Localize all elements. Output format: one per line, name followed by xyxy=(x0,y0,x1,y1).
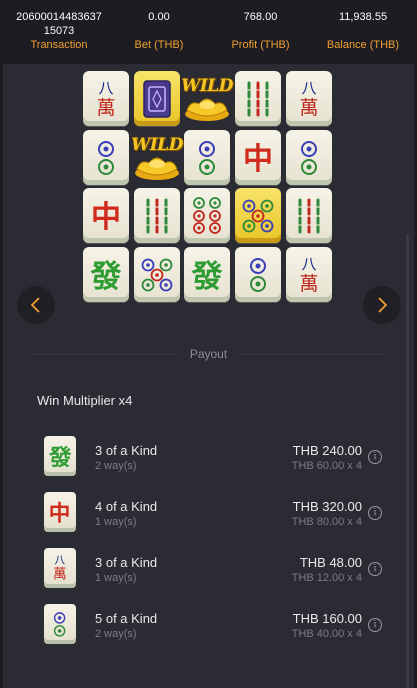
svg-text:八: 八 xyxy=(55,554,66,567)
green-dragon-tile-icon: 發 xyxy=(44,436,76,476)
six-circle-tile xyxy=(184,188,230,243)
info-icon[interactable]: i xyxy=(368,506,382,520)
transaction-label: Transaction xyxy=(30,39,88,51)
payout-amount: THB 160.00 xyxy=(292,611,362,626)
info-icon[interactable]: i xyxy=(368,450,382,464)
payout-row: 發 3 of a Kind 2 way(s) THB 240.00 THB 60… xyxy=(0,436,417,480)
svg-text:八: 八 xyxy=(301,255,316,273)
svg-text:萬: 萬 xyxy=(53,567,67,583)
payout-kind: 5 of a Kind xyxy=(95,611,158,626)
two-circle-tile xyxy=(286,130,332,185)
gold-ingot-icon xyxy=(135,157,179,180)
six-bamboo-tile xyxy=(235,71,281,126)
prev-button[interactable] xyxy=(17,286,55,324)
five-circle-tile xyxy=(134,247,180,302)
svg-text:發: 發 xyxy=(90,259,122,295)
svg-text:萬: 萬 xyxy=(96,97,115,119)
payout-ways: 1 way(s) xyxy=(95,572,137,584)
svg-text:八: 八 xyxy=(301,79,316,97)
payout-calculation: THB 80.00 x 4 xyxy=(291,516,362,528)
profit-column: 768.00 Profit (THB) xyxy=(223,10,298,52)
bet-value: 0.00 xyxy=(148,11,170,23)
payout-amount: THB 240.00 xyxy=(292,443,362,458)
gold-ingot-icon xyxy=(185,98,229,121)
payout-title: Payout xyxy=(0,347,417,361)
transaction-column: 20600014483637 15073 Transaction xyxy=(14,10,104,52)
slot-board: 八萬 WILD 八萬 WILD 中 中發發 八萬 xyxy=(83,71,335,305)
two-circle-tile xyxy=(83,130,129,185)
payout-calculation: THB 60.00 x 4 xyxy=(291,460,362,472)
payout-row: 八萬 3 of a Kind 1 way(s) THB 48.00 THB 12… xyxy=(0,548,417,592)
red-dragon-tile: 中 xyxy=(235,130,281,185)
red-dragon-tile-icon: 中 xyxy=(44,492,76,532)
wild-label: WILD xyxy=(181,76,233,96)
wild-label: WILD xyxy=(131,135,183,155)
profit-value: 768.00 xyxy=(243,11,278,23)
payout-ways: 2 way(s) xyxy=(95,460,137,472)
payout-amount: THB 48.00 xyxy=(299,555,362,570)
info-icon[interactable]: i xyxy=(368,562,382,576)
payout-kind: 4 of a Kind xyxy=(95,499,158,514)
payout-amount: THB 320.00 xyxy=(292,499,362,514)
svg-text:中: 中 xyxy=(243,142,273,177)
payout-calculation: THB 12.00 x 4 xyxy=(291,572,362,584)
transaction-id: 20600014483637 15073 xyxy=(16,11,102,37)
chevron-right-icon xyxy=(378,297,388,313)
payout-kind: 3 of a Kind xyxy=(95,555,158,570)
six-bamboo-tile xyxy=(134,188,180,243)
gold-five-circle-tile xyxy=(235,188,281,243)
green-dragon-tile: 發 xyxy=(184,247,230,302)
wild-symbol: WILD xyxy=(131,128,183,188)
transaction-header: 20600014483637 15073 Transaction 0.00 Be… xyxy=(0,0,417,64)
two-circle-tile-icon xyxy=(44,604,76,644)
balance-value: 11,938.55 xyxy=(338,11,388,23)
info-icon[interactable]: i xyxy=(368,618,382,632)
svg-text:發: 發 xyxy=(191,259,223,295)
wild-symbol: WILD xyxy=(181,69,233,129)
payout-title-text: Payout xyxy=(179,347,238,361)
two-circle-tile xyxy=(235,247,281,302)
bet-column: 0.00 Bet (THB) xyxy=(124,10,194,52)
balance-column: 11,938.55 Balance (THB) xyxy=(323,10,403,52)
eight-wan-tile: 八萬 xyxy=(83,71,129,126)
profit-label: Profit (THB) xyxy=(231,39,290,51)
svg-text:萬: 萬 xyxy=(299,273,318,295)
payout-ways: 1 way(s) xyxy=(95,516,137,528)
balance-label: Balance (THB) xyxy=(326,39,400,51)
two-circle-tile xyxy=(184,130,230,185)
payout-row: 5 of a Kind 2 way(s) THB 160.00 THB 40.0… xyxy=(0,604,417,648)
red-dragon-tile: 中 xyxy=(83,188,129,243)
eight-wan-tile: 八萬 xyxy=(286,71,332,126)
bet-label: Bet (THB) xyxy=(134,39,184,51)
svg-text:八: 八 xyxy=(98,79,113,97)
payout-calculation: THB 40.00 x 4 xyxy=(291,628,362,640)
next-button[interactable] xyxy=(363,286,401,324)
six-bamboo-tile xyxy=(286,188,332,243)
svg-text:中: 中 xyxy=(49,501,71,526)
svg-text:中: 中 xyxy=(91,200,121,235)
svg-text:發: 發 xyxy=(48,445,72,471)
chevron-left-icon xyxy=(30,297,40,313)
payout-ways: 2 way(s) xyxy=(95,628,137,640)
green-dragon-tile: 發 xyxy=(83,247,129,302)
svg-text:萬: 萬 xyxy=(299,97,318,119)
golden-frame-tile xyxy=(134,71,180,126)
eight-wan-tile-icon: 八萬 xyxy=(44,548,76,588)
payout-row: 中 4 of a Kind 1 way(s) THB 320.00 THB 80… xyxy=(0,492,417,536)
win-multiplier: Win Multiplier x4 xyxy=(37,393,133,408)
payout-kind: 3 of a Kind xyxy=(95,443,158,458)
eight-wan-tile: 八萬 xyxy=(286,247,332,302)
